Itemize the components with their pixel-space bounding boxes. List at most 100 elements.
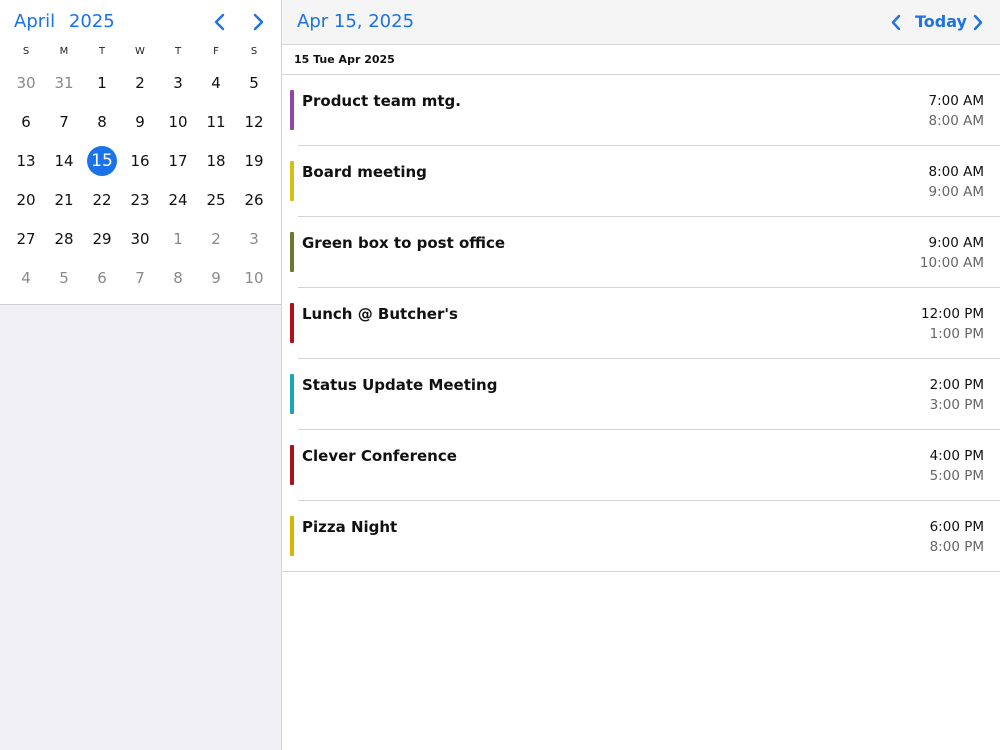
calendar-day[interactable]: 30 [7, 63, 45, 102]
calendar-day[interactable]: 9 [121, 102, 159, 141]
calendar-day[interactable]: 10 [159, 102, 197, 141]
calendar-day[interactable]: 6 [83, 258, 121, 297]
calendar-day-number: 19 [244, 151, 264, 170]
calendar-day-number: 31 [54, 73, 74, 92]
event-item[interactable]: Status Update Meeting 2:00 PM 3:00 PM [282, 359, 1000, 430]
calendar-day[interactable]: 5 [235, 63, 273, 102]
calendar-day[interactable]: 24 [159, 180, 197, 219]
calendar-day[interactable]: 25 [197, 180, 235, 219]
calendar-day-number: 5 [249, 73, 259, 92]
event-color-bar [290, 516, 294, 556]
calendar-day-number: 24 [168, 190, 188, 209]
calendar-day-number: 7 [135, 268, 145, 287]
chevron-right-icon [973, 14, 982, 30]
calendar-day[interactable]: 4 [197, 63, 235, 102]
event-start-time: 7:00 AM [928, 93, 985, 109]
calendar-month-title: April 2025 [14, 11, 115, 32]
event-title: Board meeting [302, 163, 427, 181]
calendar-day-number: 26 [244, 190, 264, 209]
calendar-day[interactable]: 7 [45, 102, 83, 141]
event-end-time: 10:00 AM [919, 255, 984, 271]
calendar-day[interactable]: 8 [83, 102, 121, 141]
calendar-day[interactable]: 30 [121, 219, 159, 258]
calendar-day-selected[interactable]: 15 [83, 141, 121, 180]
event-start-time: 2:00 PM [929, 377, 984, 393]
calendar-day[interactable]: 3 [159, 63, 197, 102]
event-item[interactable]: Clever Conference 4:00 PM 5:00 PM [282, 430, 1000, 501]
calendar-day[interactable]: 31 [45, 63, 83, 102]
event-end-time: 3:00 PM [929, 397, 984, 413]
calendar-day[interactable]: 9 [197, 258, 235, 297]
calendar-day[interactable]: 1 [83, 63, 121, 102]
calendar-day-number: 16 [130, 151, 150, 170]
calendar-day-number: 4 [21, 268, 31, 287]
calendar-day-grid: 30 31 1 2 3 4 5 6 7 8 9 10 11 12 13 14 15 16 17 18 19 20 21 22 2… [7, 63, 273, 297]
event-start-time: 6:00 PM [929, 519, 984, 535]
calendar-day-number: 4 [211, 73, 221, 92]
event-start-time: 4:00 PM [929, 448, 984, 464]
calendar-day-number: 12 [244, 112, 264, 131]
calendar-day[interactable]: 21 [45, 180, 83, 219]
calendar-day[interactable]: 16 [121, 141, 159, 180]
event-end-time: 8:00 AM [928, 113, 985, 129]
calendar-day[interactable]: 22 [83, 180, 121, 219]
calendar-day[interactable]: 26 [235, 180, 273, 219]
next-month-button[interactable] [249, 9, 269, 35]
calendar-day[interactable]: 29 [83, 219, 121, 258]
calendar-day-number: 9 [211, 268, 221, 287]
calendar-day[interactable]: 2 [197, 219, 235, 258]
calendar-day[interactable]: 1 [159, 219, 197, 258]
calendar-day-number: 10 [244, 268, 264, 287]
event-end-time: 5:00 PM [929, 468, 984, 484]
calendar-day[interactable]: 6 [7, 102, 45, 141]
event-title: Status Update Meeting [302, 376, 498, 394]
calendar-day[interactable]: 11 [197, 102, 235, 141]
calendar-day[interactable]: 4 [7, 258, 45, 297]
calendar-day[interactable]: 13 [7, 141, 45, 180]
agenda-toolbar: Apr 15, 2025 Today [282, 0, 1000, 45]
calendar-month-label: April [14, 11, 56, 32]
event-color-bar [290, 161, 294, 201]
calendar-day[interactable]: 17 [159, 141, 197, 180]
calendar-day[interactable]: 18 [197, 141, 235, 180]
next-day-button[interactable] [969, 10, 987, 34]
calendar-day-number: 6 [21, 112, 31, 131]
calendar-day[interactable]: 14 [45, 141, 83, 180]
calendar-day[interactable]: 27 [7, 219, 45, 258]
selected-date-title: Apr 15, 2025 [297, 11, 415, 32]
calendar-day-number: 1 [97, 73, 107, 92]
event-end-time: 9:00 AM [928, 184, 985, 200]
event-item[interactable]: Green box to post office 9:00 AM 10:00 AM [282, 217, 1000, 288]
calendar-day[interactable]: 23 [121, 180, 159, 219]
weekday-label: T [98, 46, 106, 57]
calendar-day-number: 15 [87, 145, 117, 176]
calendar-day-number: 30 [16, 73, 36, 92]
calendar-day[interactable]: 20 [7, 180, 45, 219]
calendar-day[interactable]: 28 [45, 219, 83, 258]
calendar-day[interactable]: 3 [235, 219, 273, 258]
event-item[interactable]: Pizza Night 6:00 PM 8:00 PM [282, 501, 1000, 572]
event-item[interactable]: Board meeting 8:00 AM 9:00 AM [282, 146, 1000, 217]
event-start-time: 12:00 PM [921, 306, 984, 322]
calendar-day[interactable]: 5 [45, 258, 83, 297]
calendar-day-number: 3 [249, 229, 259, 248]
calendar-day[interactable]: 7 [121, 258, 159, 297]
today-button[interactable]: Today [915, 12, 967, 31]
previous-day-button[interactable] [886, 10, 904, 34]
event-item[interactable]: Lunch @ Butcher's 12:00 PM 1:00 PM [282, 288, 1000, 359]
calendar-day-number: 5 [59, 268, 69, 287]
weekday-label: M [59, 46, 69, 57]
calendar-day[interactable]: 8 [159, 258, 197, 297]
event-title: Product team mtg. [302, 92, 461, 110]
calendar-day[interactable]: 12 [235, 102, 273, 141]
calendar-day[interactable]: 2 [121, 63, 159, 102]
calendar-day-number: 14 [54, 151, 74, 170]
calendar-day[interactable]: 10 [235, 258, 273, 297]
calendar-day[interactable]: 19 [235, 141, 273, 180]
event-item[interactable]: Product team mtg. 7:00 AM 8:00 AM [282, 75, 1000, 146]
calendar-day-number: 30 [130, 229, 150, 248]
calendar-day-number: 9 [135, 112, 145, 131]
calendar-day-number: 28 [54, 229, 74, 248]
previous-month-button[interactable] [209, 9, 229, 35]
calendar-day-number: 27 [16, 229, 36, 248]
